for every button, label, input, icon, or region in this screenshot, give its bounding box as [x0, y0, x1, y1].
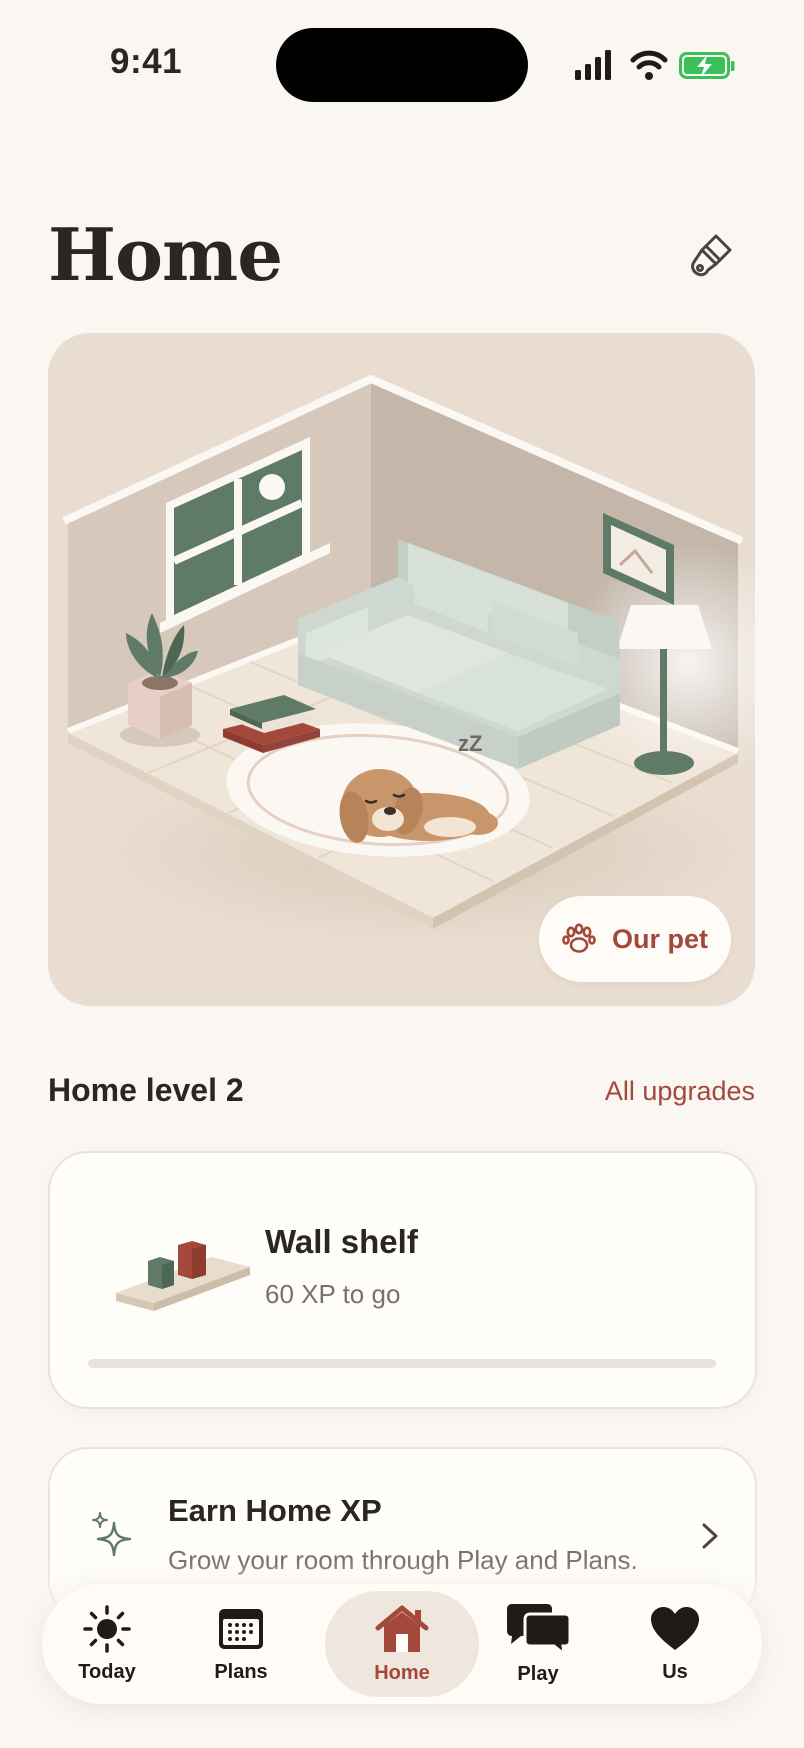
heart-icon: [651, 1606, 699, 1650]
house-icon: [375, 1605, 429, 1652]
paintbrush-icon: [691, 234, 732, 277]
earn-home-xp-title: Earn Home XP: [168, 1493, 382, 1528]
upgrade-card[interactable]: Wall shelf 60 XP to go: [48, 1151, 757, 1409]
upgrade-item-name: Wall shelf: [265, 1223, 418, 1260]
battery-charging-icon: [679, 52, 735, 79]
tab-play-label: Play: [517, 1662, 559, 1685]
wifi-icon: [630, 50, 668, 80]
tab-us[interactable]: Us: [610, 1584, 740, 1704]
tab-today-label: Today: [78, 1660, 136, 1683]
tab-plans[interactable]: Plans: [176, 1584, 306, 1704]
tab-bar: Today Plans Home Play Us: [42, 1584, 762, 1704]
calendar-icon: [219, 1608, 263, 1649]
upgrade-xp-remaining: 60 XP to go: [265, 1279, 401, 1309]
tab-home-label: Home: [374, 1661, 430, 1684]
signal-icon: [575, 50, 611, 80]
tab-us-label: Us: [662, 1660, 688, 1683]
chevron-right-icon: [702, 1523, 718, 1549]
tab-plans-label: Plans: [214, 1660, 268, 1683]
tab-play[interactable]: Play: [473, 1584, 603, 1704]
tab-home[interactable]: Home: [325, 1591, 479, 1697]
chat-bubbles-icon: [507, 1603, 572, 1655]
dynamic-island: [276, 28, 528, 102]
status-time: 9:41: [110, 42, 183, 81]
customize-button[interactable]: [676, 222, 744, 290]
our-pet-label: Our pet: [611, 923, 708, 954]
all-upgrades-link[interactable]: All upgrades: [605, 1076, 755, 1107]
page-title: Home: [48, 212, 283, 297]
status-icons: [575, 48, 735, 82]
home-level-title: Home level 2: [48, 1072, 244, 1108]
paw-icon: [562, 923, 596, 953]
sparkle-icon: [92, 1512, 132, 1557]
our-pet-button[interactable]: Our pet: [539, 896, 731, 982]
upgrade-progress-bar: [88, 1359, 716, 1368]
wall-shelf-illustration: [116, 1241, 250, 1311]
sleep-text: zZ: [458, 731, 482, 756]
sun-icon: [83, 1604, 131, 1653]
tab-today[interactable]: Today: [42, 1584, 172, 1704]
